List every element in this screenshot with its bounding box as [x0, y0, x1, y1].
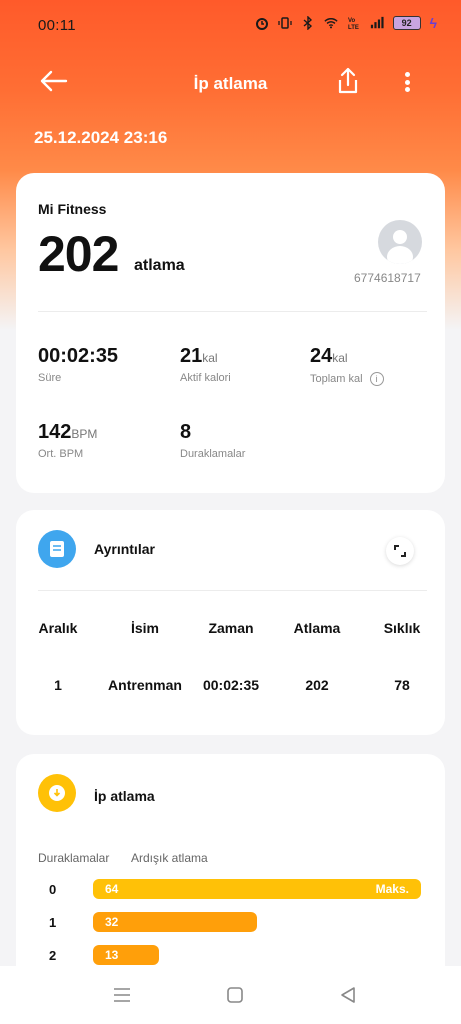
session-date: 25.12.2024 23:16: [34, 128, 168, 147]
metric-label: Toplam kal: [310, 373, 363, 385]
jumprope-icon: [38, 774, 76, 812]
table-cell: Antrenman: [108, 677, 182, 693]
bar-index: 1: [49, 915, 57, 930]
metric-label: Ort. BPM: [38, 448, 84, 460]
svg-text:Vo: Vo: [348, 18, 356, 24]
avatar[interactable]: [378, 220, 422, 264]
signal-icon: [370, 16, 384, 29]
table-cell: 1: [54, 677, 62, 693]
app-bar: İp atlama: [0, 58, 461, 108]
vibrate-icon: [277, 17, 292, 29]
column-header: Aralık: [38, 620, 78, 636]
metric-label: Aktif kalori: [180, 372, 231, 384]
bar-index: 0: [49, 882, 57, 897]
bluetooth-icon: [303, 16, 312, 30]
info-icon[interactable]: i: [369, 372, 384, 386]
divider: [38, 590, 427, 591]
wifi-icon: [323, 18, 338, 29]
jump-count-unit: atlama: [134, 257, 185, 274]
legend-pauses: Duraklamalar: [38, 851, 110, 865]
column-header: Sıklık: [383, 620, 421, 636]
alarm-icon: [255, 18, 268, 30]
source-label: Mi Fitness: [38, 201, 107, 217]
nav-bar: [0, 966, 461, 1024]
table-cell: 202: [305, 677, 329, 693]
details-card: Ayrıntılar Aralık İsim Zaman Atlama Sıkl…: [16, 510, 445, 735]
summary-card: Mi Fitness 202 atlama 6774618717 00:02:3…: [16, 173, 445, 493]
metric-label: Duraklamalar: [180, 448, 246, 460]
table-cell: 00:02:35: [202, 677, 260, 693]
bar-value: 32: [105, 915, 119, 929]
status-icons: Vo LTE 92 ϟ: [255, 15, 437, 31]
metric-pauses: 8 Duraklamalar: [180, 421, 246, 460]
legend-consecutive: Ardışık atlama: [131, 851, 208, 865]
expand-icon[interactable]: [386, 537, 414, 565]
metric-active-calories: 21kal Aktif kalori: [180, 345, 231, 384]
jumprope-card: İp atlama Duraklamalar Ardışık atlama 0 6…: [16, 754, 445, 974]
column-header: İsim: [130, 620, 159, 636]
jumprope-title: İp atlama: [94, 788, 155, 804]
column-header: Zaman: [208, 620, 254, 636]
divider: [38, 311, 427, 312]
bar-value: 64: [105, 882, 119, 896]
user-id: 6774618717: [354, 271, 421, 285]
metric-avg-bpm: 142BPM Ort. BPM: [38, 421, 98, 460]
jump-count: 202: [38, 226, 119, 282]
battery-icon: 92: [392, 16, 421, 30]
column-header: Atlama: [293, 620, 341, 636]
charging-icon: ϟ: [429, 15, 437, 31]
volte-icon: VoLTE: [348, 18, 359, 30]
menu-icon[interactable]: [110, 984, 134, 1006]
svg-text:LTE: LTE: [348, 25, 359, 30]
details-icon: [38, 530, 76, 568]
jump-bar: 13: [93, 945, 159, 965]
page-title: İp atlama: [193, 74, 268, 93]
metric-label: Süre: [38, 372, 62, 384]
bar-index: 2: [49, 948, 57, 963]
table-cell: 78: [394, 677, 410, 693]
share-icon[interactable]: [334, 66, 362, 96]
status-time: 00:11: [38, 17, 76, 34]
metric-duration: 00:02:35 Süre: [38, 345, 119, 384]
jump-bar: 32: [93, 912, 257, 932]
jump-bar: 64 Maks.: [93, 879, 421, 899]
max-label: Maks.: [375, 882, 409, 896]
status-bar: 00:11 Vo LTE 92 ϟ: [0, 0, 461, 52]
bar-value: 13: [105, 948, 119, 962]
more-vert-icon[interactable]: [396, 68, 418, 96]
details-title: Ayrıntılar: [94, 541, 155, 557]
home-icon[interactable]: [223, 984, 247, 1006]
back-icon[interactable]: [336, 984, 360, 1006]
metric-total-calories: 24kal Toplam kal i: [310, 345, 384, 386]
